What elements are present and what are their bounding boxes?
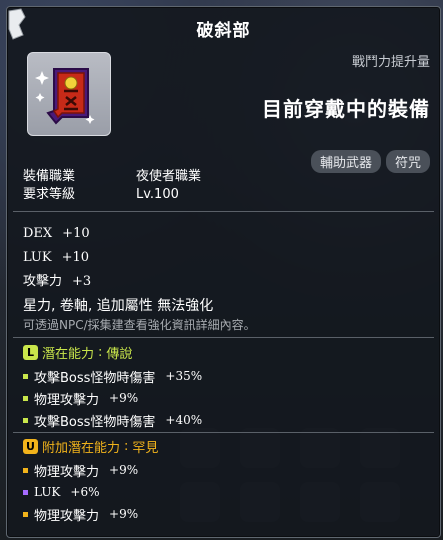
additional-potential-label: 附加潛在能力	[42, 440, 121, 456]
divider	[13, 211, 434, 212]
potential-label: 潛在能力	[42, 346, 95, 362]
bullet-icon	[23, 417, 28, 423]
potential-separator: :	[98, 344, 103, 360]
stat-luk: LUK +10	[23, 250, 90, 265]
combat-power-label: 戰鬥力提升量	[351, 55, 430, 70]
requirement-level: 要求等級 Lv.100	[23, 187, 179, 202]
bullet-icon	[23, 489, 28, 495]
item-tags: 輔助武器 符咒	[310, 150, 430, 173]
additional-potential-line: LUK +6%	[23, 481, 158, 503]
additional-potential-line: 物理攻擊力 +9%	[23, 503, 158, 525]
stat-attack: 攻擊力 +3	[23, 274, 92, 289]
additional-potential-grade: 罕見	[132, 440, 159, 456]
enhancement-restrictions: 星力, 卷軸, 追加屬性 無法強化	[23, 298, 214, 314]
potential-header: L 潛在能力 : 傳說	[23, 343, 202, 362]
enhancement-hint: 可透過NPC/採集建查看強化資訊詳細內容。	[23, 318, 256, 332]
potential-line: 攻擊Boss怪物時傷害 +40%	[23, 409, 202, 431]
bullet-icon	[23, 467, 28, 473]
bullet-icon	[23, 395, 28, 401]
legendary-badge-icon: L	[23, 344, 38, 360]
additional-potential-section: U 附加潛在能力 : 罕見 物理攻擊力 +9% LUK +6% 物理攻擊力 +9%	[23, 437, 158, 525]
item-name: 破斜部	[196, 21, 251, 41]
potential-grade: 傳說	[106, 346, 133, 362]
divider	[13, 337, 434, 338]
tag-charm: 符咒	[385, 150, 430, 173]
stat-dex: DEX +10	[23, 226, 90, 241]
unique-badge-icon: U	[23, 438, 38, 454]
requirement-job: 裝備職業 夜使者職業	[23, 169, 202, 184]
divider	[13, 432, 434, 433]
bullet-icon	[23, 511, 28, 517]
item-tooltip: 破斜部 戰鬥力提升量 目前穿戴中的裝備 輔助武器 符咒 裝備職業 夜使者職業 要求…	[6, 6, 441, 538]
item-stats: DEX +10 LUK +10 攻擊力 +3	[23, 222, 91, 294]
potential-line: 物理攻擊力 +9%	[23, 387, 202, 409]
requirements: 裝備職業 夜使者職業 要求等級 Lv.100	[23, 168, 201, 204]
additional-potential-header: U 附加潛在能力 : 罕見	[23, 437, 159, 456]
additional-potential-line: 物理攻擊力 +9%	[23, 459, 158, 481]
potential-line: 攻擊Boss怪物時傷害 +35%	[23, 365, 202, 387]
item-icon	[27, 52, 111, 136]
additional-potential-separator: :	[124, 438, 129, 454]
bullet-icon	[23, 373, 28, 379]
potential-section: L 潛在能力 : 傳說 攻擊Boss怪物時傷害 +35% 物理攻擊力 +9% 攻擊B…	[23, 343, 202, 431]
tag-secondary-weapon: 輔助武器	[310, 150, 381, 173]
equipped-status: 目前穿戴中的裝備	[262, 97, 430, 121]
